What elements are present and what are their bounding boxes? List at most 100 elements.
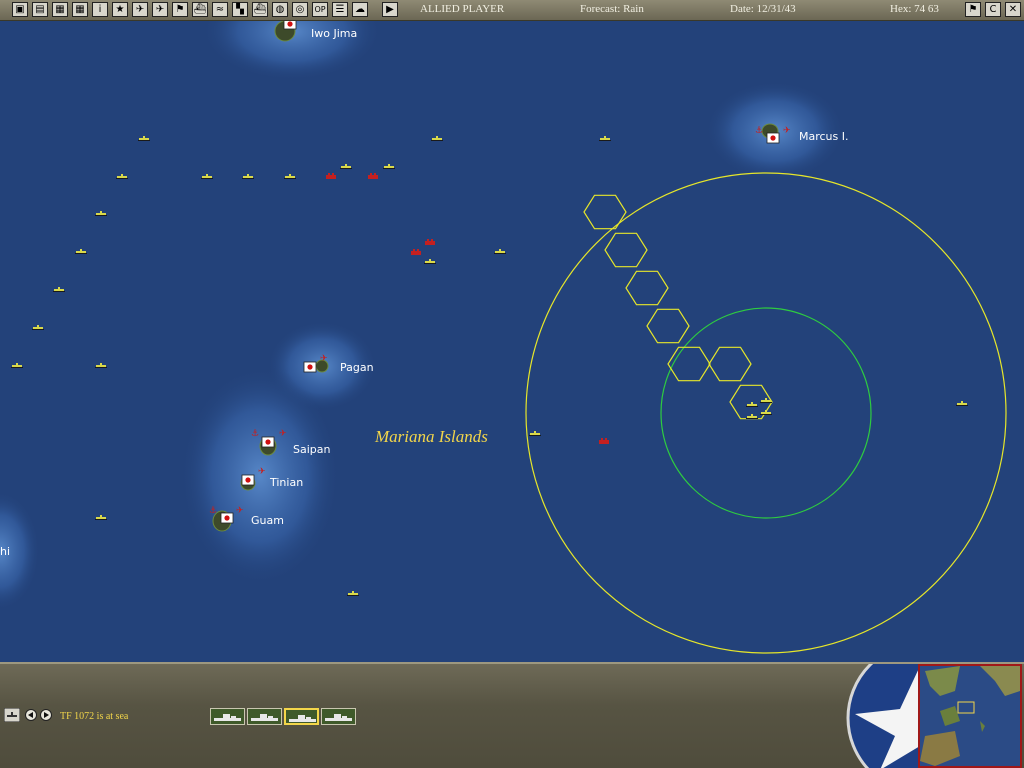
weather-icon[interactable]: ☁ [352,2,368,17]
color-grid-icon[interactable]: ▚ [232,2,248,17]
allied-ship-marker[interactable] [75,249,87,254]
date-label: Date: 12/31/43 [730,3,796,15]
allied-ship-marker[interactable] [138,136,150,141]
air-unit-icon[interactable]: ✈ [132,2,148,17]
path-hex [667,346,711,382]
air-unit-alt-icon[interactable]: ✈ [152,2,168,17]
allied-ship-marker[interactable] [383,164,395,169]
map-canvas[interactable]: ⚓ ✈ ✈ ⚓ ✈ ✈ ⚓ ✈ Iwo Jima Marcus I. Pagan Sa… [0,21,1024,662]
allied-ship-marker[interactable] [746,402,758,407]
info-icon[interactable]: i [92,2,108,17]
allied-ship-marker[interactable] [347,591,359,596]
task-force-icon[interactable] [4,708,20,722]
allied-ship-marker[interactable] [95,363,107,368]
ship-silhouette-icon [289,715,316,722]
allied-ship-marker[interactable] [746,414,758,419]
japanese-ship-marker[interactable] [599,438,609,444]
hex-label: Hex: 74 63 [890,3,939,15]
japanese-ship-marker[interactable] [326,173,336,179]
allied-ship-marker[interactable] [95,515,107,520]
globe-icon[interactable]: ◍ [272,2,288,17]
allied-ship-marker[interactable] [242,174,254,179]
path-hex [604,232,648,268]
ship-slot[interactable] [284,708,319,725]
allied-star-emblem [846,664,920,768]
forecast-label: Forecast: Rain [580,3,644,15]
op-icon[interactable]: OP [312,2,328,17]
allied-ship-marker[interactable] [32,325,44,330]
svg-text:✈: ✈ [279,429,287,439]
flag-toggle-icon[interactable]: ⚑ [965,2,981,17]
allied-ship-marker[interactable] [201,174,213,179]
player-side-label: ALLIED PLAYER [420,3,505,15]
allied-ship-marker[interactable] [494,249,506,254]
japanese-task-forces[interactable] [326,173,609,444]
path-hex [583,194,627,230]
ship-slot[interactable] [210,708,245,725]
japanese-ship-marker[interactable] [368,173,378,179]
path-hex [625,270,669,306]
path-hex [646,308,690,344]
minimap[interactable] [918,664,1022,768]
top-toolbar: ▣ ▤ ▦ ▦ i ★ ✈ ✈ ⚑ ⛴ ≈ ▚ ⛴ ◍ ◎ OP ☰ ☁ ▶ ALLIED PLAYER Forec… [0,0,1024,21]
island-label-tinian: Tinian [269,476,303,489]
prev-arrow-icon[interactable] [25,709,37,721]
ship-icon[interactable]: ⛴ [192,2,208,17]
svg-text:⚓: ⚓ [209,506,217,516]
island-label-guam: Guam [251,514,284,527]
svg-text:✈: ✈ [320,354,328,364]
exit-icon[interactable]: ✕ [1005,2,1021,17]
island-label-saipan: Saipan [293,443,331,456]
list-icon[interactable]: ☰ [332,2,348,17]
flag-icon[interactable]: ⚑ [172,2,188,17]
allied-ship-marker[interactable] [431,136,443,141]
allied-ship-marker[interactable] [95,211,107,216]
ship-slot[interactable] [247,708,282,725]
shallow-water [0,21,845,611]
cycle-icon[interactable]: ◎ [292,2,308,17]
reports-icon[interactable]: ▦ [52,2,68,17]
minimap-viewport[interactable] [957,701,975,714]
c-button-icon[interactable]: C [985,2,1001,17]
ship-silhouette-icon [251,714,278,721]
strategic-map[interactable]: ⚓ ✈ ✈ ⚓ ✈ ✈ ⚓ ✈ Iwo Jima Marcus I. Pagan Sa… [0,21,1024,662]
next-arrow-icon[interactable] [40,709,52,721]
movement-hex-path [583,194,773,420]
ship-slot[interactable] [321,708,356,725]
svg-text:✈: ✈ [783,126,791,136]
allied-ship-marker[interactable] [340,164,352,169]
allied-task-forces[interactable] [11,136,968,596]
fleet-icon[interactable]: ⛴ [252,2,268,17]
allied-ship-marker[interactable] [599,136,611,141]
ship-silhouette-icon [325,714,352,721]
save-icon[interactable]: ▣ [12,2,28,17]
allied-ship-marker[interactable] [424,259,436,264]
svg-text:⚓: ⚓ [755,126,763,136]
allied-ship-marker[interactable] [11,363,23,368]
japanese-ship-marker[interactable] [425,239,435,245]
japanese-ship-marker[interactable] [411,249,421,255]
allied-ship-marker[interactable] [116,174,128,179]
info-panel: TF 1072 is at sea [0,662,1024,768]
convoy-icon[interactable]: ≈ [212,2,228,17]
end-turn-icon[interactable]: ▶ [382,2,398,17]
allied-ship-marker[interactable] [529,431,541,436]
region-label: Mariana Islands [374,427,488,446]
ship-silhouette-icon [214,714,241,721]
svg-text:✈: ✈ [236,506,244,516]
island-label-marcus: Marcus I. [799,130,849,143]
task-force-status: TF 1072 is at sea [60,711,129,722]
star-icon[interactable]: ★ [112,2,128,17]
island-label-iwo-jima: Iwo Jima [311,27,357,40]
allied-ship-marker[interactable] [760,410,772,415]
path-hex [708,346,752,382]
svg-text:⚓: ⚓ [251,429,259,439]
allied-ship-marker[interactable] [53,287,65,292]
document-icon[interactable]: ▤ [32,2,48,17]
reports-alt-icon[interactable]: ▦ [72,2,88,17]
game-window: ▣ ▤ ▦ ▦ i ★ ✈ ✈ ⚑ ⛴ ≈ ▚ ⛴ ◍ ◎ OP ☰ ☁ ▶ ALLIED PLAYER Forec… [0,0,1024,768]
allied-ship-marker[interactable] [284,174,296,179]
island-label-pagan: Pagan [340,361,374,374]
svg-text:✈: ✈ [258,467,266,477]
allied-ship-marker[interactable] [956,401,968,406]
